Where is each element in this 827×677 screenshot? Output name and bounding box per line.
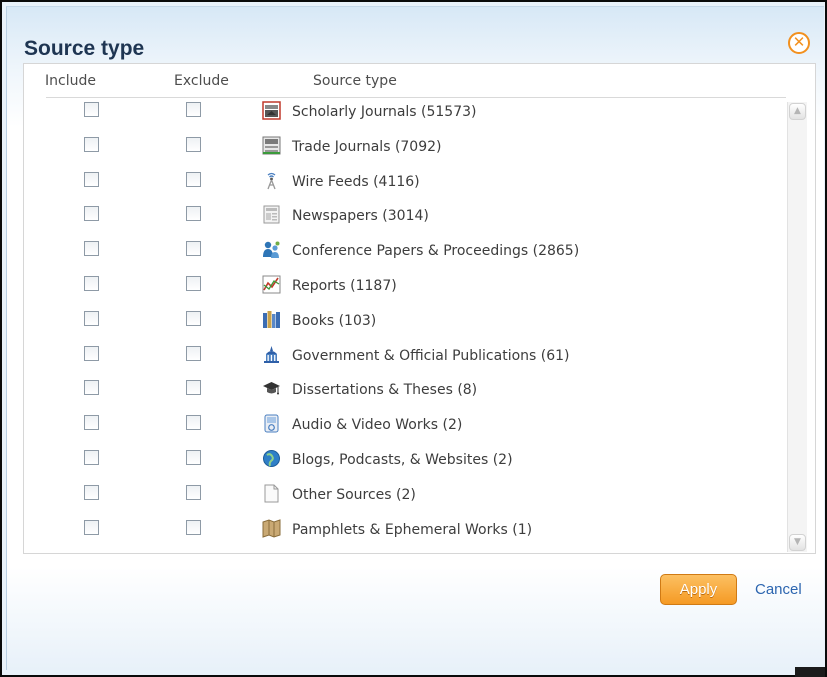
source-type-row: Audio & Video Works (2) [24, 414, 784, 449]
source-type-row: Government & Official Publications (61) [24, 345, 784, 380]
scroll-down-icon[interactable]: ▼ [789, 534, 806, 551]
exclude-checkbox[interactable] [186, 206, 201, 222]
report-chart-icon [262, 275, 281, 294]
source-type-label[interactable]: Blogs, Podcasts, & Websites (2) [292, 452, 513, 468]
graduation-cap-icon [262, 379, 281, 398]
close-icon[interactable]: ✕ [788, 32, 810, 54]
source-type-row: Newspapers (3014) [24, 205, 784, 240]
source-type-label[interactable]: Trade Journals (7092) [292, 139, 442, 155]
source-type-row: Scholarly Journals (51573) [24, 101, 784, 136]
books-icon [262, 310, 281, 329]
source-type-dialog: Source type ✕ Include Exclude Source typ… [6, 6, 824, 670]
include-checkbox[interactable] [84, 310, 99, 326]
globe-blog-icon [262, 449, 281, 468]
source-type-label[interactable]: Audio & Video Works (2) [292, 417, 462, 433]
source-type-row: Reports (1187) [24, 275, 784, 310]
government-building-icon [262, 345, 281, 364]
media-player-icon [262, 414, 281, 433]
scrollbar[interactable]: ▲ ▼ [787, 102, 807, 552]
exclude-checkbox[interactable] [186, 171, 201, 187]
exclude-checkbox[interactable] [186, 102, 201, 117]
include-checkbox[interactable] [84, 415, 99, 431]
include-checkbox[interactable] [84, 450, 99, 465]
source-type-label[interactable]: Newspapers (3014) [292, 208, 429, 224]
include-checkbox[interactable] [84, 102, 99, 117]
cancel-link[interactable]: Cancel [755, 581, 802, 598]
source-type-label[interactable]: Books (103) [292, 313, 376, 329]
include-checkbox[interactable] [84, 241, 99, 257]
blank-document-icon [262, 484, 281, 503]
pamphlet-icon [262, 518, 281, 538]
source-type-label[interactable]: Conference Papers & Proceedings (2865) [292, 243, 579, 259]
exclude-column-header: Exclude [174, 73, 229, 89]
source-type-row: Conference Papers & Proceedings (2865) [24, 241, 784, 275]
exclude-checkbox[interactable] [186, 345, 201, 361]
exclude-checkbox[interactable] [186, 380, 201, 396]
source-type-row: Books (103) [24, 310, 784, 345]
exclude-checkbox[interactable] [186, 450, 201, 465]
source-type-label[interactable]: Government & Official Publications (61) [292, 348, 570, 364]
conference-icon [262, 240, 281, 259]
source-type-column-header: Source type [313, 73, 397, 89]
wire-feed-icon [262, 171, 281, 190]
exclude-checkbox[interactable] [186, 484, 201, 500]
exclude-checkbox[interactable] [186, 241, 201, 257]
source-type-label[interactable]: Other Sources (2) [292, 487, 416, 503]
include-checkbox[interactable] [84, 519, 99, 535]
include-checkbox[interactable] [84, 484, 99, 500]
source-type-row: Pamphlets & Ephemeral Works (1) [24, 518, 784, 554]
scholarly-journal-icon [262, 101, 281, 120]
include-checkbox[interactable] [84, 171, 99, 187]
include-checkbox[interactable] [84, 276, 99, 291]
header-divider [46, 97, 786, 98]
include-checkbox[interactable] [84, 136, 99, 152]
source-type-row: Blogs, Podcasts, & Websites (2) [24, 450, 784, 484]
source-type-label[interactable]: Pamphlets & Ephemeral Works (1) [292, 522, 532, 538]
exclude-checkbox[interactable] [186, 519, 201, 535]
source-type-row: Wire Feeds (4116) [24, 171, 784, 206]
exclude-checkbox[interactable] [186, 136, 201, 152]
source-type-row: Trade Journals (7092) [24, 136, 784, 171]
newspaper-icon [262, 205, 281, 224]
source-type-row: Other Sources (2) [24, 484, 784, 519]
window-corner [795, 667, 825, 677]
include-column-header: Include [45, 73, 96, 89]
exclude-checkbox[interactable] [186, 310, 201, 326]
source-type-list-panel: Include Exclude Source type Scholarly Jo… [23, 63, 816, 554]
source-type-label[interactable]: Scholarly Journals (51573) [292, 104, 477, 120]
trade-journal-icon [262, 136, 281, 155]
source-type-row: Dissertations & Theses (8) [24, 380, 784, 414]
exclude-checkbox[interactable] [186, 276, 201, 291]
include-checkbox[interactable] [84, 206, 99, 222]
source-type-label[interactable]: Reports (1187) [292, 278, 397, 294]
scroll-up-icon[interactable]: ▲ [789, 103, 806, 120]
source-type-label[interactable]: Wire Feeds (4116) [292, 174, 420, 190]
include-checkbox[interactable] [84, 380, 99, 396]
include-checkbox[interactable] [84, 345, 99, 361]
apply-button[interactable]: Apply [660, 574, 737, 605]
source-type-label[interactable]: Dissertations & Theses (8) [292, 382, 477, 398]
exclude-checkbox[interactable] [186, 415, 201, 431]
dialog-title: Source type [24, 37, 145, 60]
